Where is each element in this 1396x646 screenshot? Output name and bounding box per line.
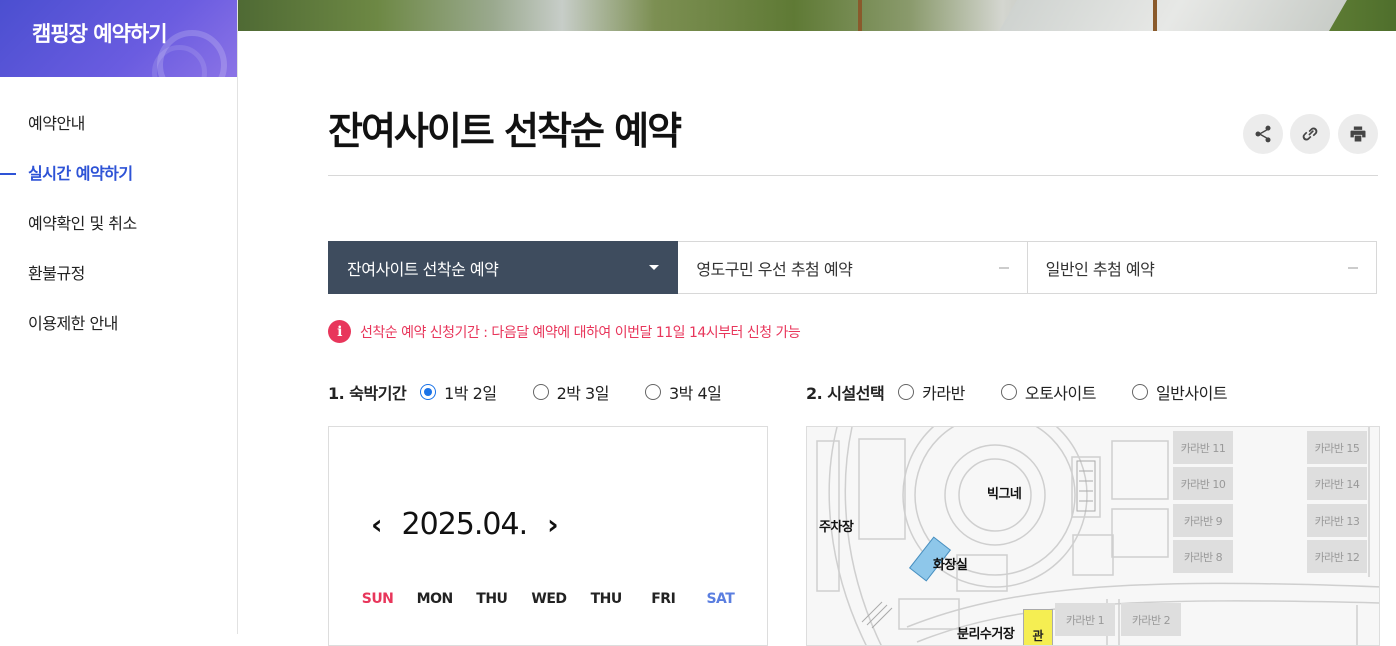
stay-period-label: 1. 숙박기간 — [328, 384, 407, 403]
sidebar-title: 캠핑장 예약하기 — [32, 22, 168, 46]
radio-label: 카라반 — [922, 384, 965, 403]
radio-checked-icon[interactable] — [420, 384, 437, 400]
stay-option-1n2d[interactable]: 1박 2일 — [420, 380, 497, 404]
radio-unchecked-icon[interactable] — [644, 384, 661, 400]
print-button[interactable] — [1338, 114, 1378, 154]
link-icon — [1302, 127, 1318, 141]
tab-first-come[interactable]: 잔여사이트 선착순 예약 — [328, 241, 679, 294]
weekday-mon: MON — [416, 591, 454, 607]
site-caravan-9[interactable]: 카라반 9 — [1173, 504, 1233, 537]
dash-icon — [1347, 266, 1358, 269]
tab-label: 영도구민 우선 추첨 예약 — [696, 259, 853, 279]
stay-option-2n3d[interactable]: 2박 3일 — [532, 380, 610, 404]
site-caravan-2[interactable]: 카라반 2 — [1121, 603, 1181, 636]
prev-month-button[interactable]: ‹ — [365, 508, 388, 541]
sidebar-item-restriction[interactable]: 이용제한 안내 — [0, 313, 237, 363]
title-divider — [328, 175, 1378, 176]
weekday-fri: FRI — [651, 591, 676, 607]
banner-post — [858, 0, 862, 31]
sidebar: 캠핑장 예약하기 예약안내 실시간 예약하기 예약확인 및 취소 환불규정 이용… — [0, 0, 238, 634]
notice-text: 선착순 예약 신청기간 : 다음달 예약에 대하여 이번달 11일 14시부터 … — [360, 324, 801, 341]
booking-type-tabs: 잔여사이트 선착순 예약 영도구민 우선 추첨 예약 일반인 추첨 예약 — [328, 241, 1377, 294]
print-icon — [1350, 126, 1366, 142]
radio-label: 일반사이트 — [1155, 384, 1228, 403]
radio-unchecked-icon[interactable] — [1131, 384, 1148, 400]
tab-general-lottery[interactable]: 일반인 추첨 예약 — [1027, 241, 1377, 294]
radio-label: 2박 3일 — [556, 384, 610, 403]
next-month-button[interactable]: › — [541, 508, 564, 541]
stay-option-3n4d[interactable]: 3박 4일 — [644, 380, 722, 404]
radio-unchecked-icon[interactable] — [532, 384, 549, 400]
calendar: ‹ 2025.04. › SUN MON THU WED THU FRI SAT — [328, 426, 768, 646]
site-caravan-12[interactable]: 카라반 12 — [1307, 540, 1367, 573]
map-label-big-swing: 빅그네 — [987, 487, 1022, 502]
weekday-wed: WED — [531, 591, 567, 607]
dash-icon — [998, 266, 1009, 269]
weekday-tue: THU — [476, 591, 508, 607]
facility-option-caravan[interactable]: 카라반 — [898, 380, 965, 404]
site-caravan-15[interactable]: 카라반 15 — [1307, 431, 1367, 464]
map-label-office: 관 — [1032, 629, 1044, 643]
page-title: 잔여사이트 선착순 예약 — [328, 109, 682, 153]
radio-unchecked-icon[interactable] — [898, 384, 915, 400]
site-caravan-14[interactable]: 카라반 14 — [1307, 467, 1367, 500]
caret-down-icon — [649, 265, 660, 270]
radio-unchecked-icon[interactable] — [1000, 384, 1017, 400]
share-button[interactable] — [1243, 114, 1283, 154]
site-caravan-11[interactable]: 카라반 11 — [1173, 431, 1233, 464]
calendar-weekdays: SUN MON THU WED THU FRI SAT — [349, 591, 749, 607]
facility-option-general-site[interactable]: 일반사이트 — [1131, 380, 1228, 404]
radio-label: 오토사이트 — [1024, 384, 1097, 403]
facility-group: 2. 시설선택 카라반 오토사이트 일반사이트 — [806, 380, 1263, 404]
radio-label: 3박 4일 — [668, 384, 722, 403]
notice-message: i 선착순 예약 신청기간 : 다음달 예약에 대하여 이번달 11일 14시부… — [328, 320, 801, 343]
tab-resident-lottery[interactable]: 영도구민 우선 추첨 예약 — [678, 241, 1028, 294]
share-icon — [1255, 125, 1271, 143]
site-caravan-13[interactable]: 카라반 13 — [1307, 504, 1367, 537]
sidebar-item-refund[interactable]: 환불규정 — [0, 263, 237, 313]
sidebar-menu: 예약안내 실시간 예약하기 예약확인 및 취소 환불규정 이용제한 안내 — [0, 77, 237, 363]
site-caravan-1[interactable]: 카라반 1 — [1055, 603, 1115, 636]
map-label-toilet: 화장실 — [933, 558, 968, 573]
weekday-sat: SAT — [706, 591, 735, 607]
sidebar-item-realtime-booking[interactable]: 실시간 예약하기 — [0, 163, 237, 213]
banner-road — [999, 0, 1347, 31]
sidebar-item-guide[interactable]: 예약안내 — [0, 113, 237, 163]
top-banner-image — [238, 0, 1396, 31]
weekday-sun: SUN — [361, 591, 394, 607]
banner-post — [1153, 0, 1157, 31]
site-caravan-8[interactable]: 카라반 8 — [1173, 540, 1233, 573]
campsite-map: 빅그네 주차장 화장실 관 분리수거장 카라반 11 카라반 15 카라반 10… — [806, 426, 1380, 646]
calendar-nav: ‹ 2025.04. › — [365, 507, 564, 542]
sidebar-item-check-cancel[interactable]: 예약확인 및 취소 — [0, 213, 237, 263]
calendar-month: 2025.04. — [401, 507, 529, 542]
sidebar-header: 캠핑장 예약하기 — [0, 0, 237, 77]
facility-label: 2. 시설선택 — [806, 384, 885, 403]
info-icon: i — [328, 320, 351, 343]
radio-label: 1박 2일 — [444, 384, 497, 403]
copy-link-button[interactable] — [1290, 114, 1330, 154]
tab-label: 일반인 추첨 예약 — [1045, 259, 1155, 279]
facility-option-auto-site[interactable]: 오토사이트 — [1000, 380, 1097, 404]
tab-label: 잔여사이트 선착순 예약 — [347, 259, 499, 279]
map-office-building: 관 — [1023, 609, 1053, 645]
map-label-parking: 주차장 — [819, 520, 854, 535]
map-label-recycling: 분리수거장 — [957, 627, 1015, 642]
stay-period-group: 1. 숙박기간 1박 2일 2박 3일 3박 4일 — [328, 380, 757, 404]
site-caravan-10[interactable]: 카라반 10 — [1173, 467, 1233, 500]
weekday-thu: THU — [590, 591, 623, 607]
